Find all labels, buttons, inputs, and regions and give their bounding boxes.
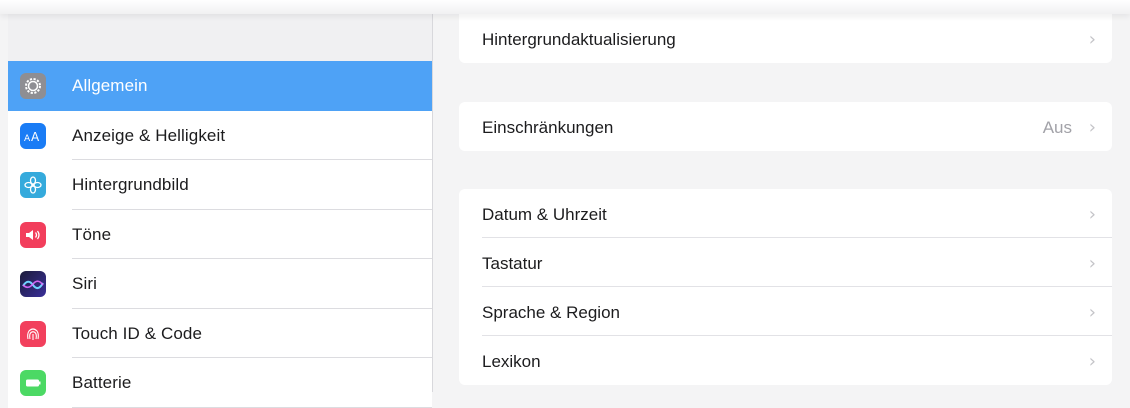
settings-group: Hintergrundaktualisierung › — [459, 14, 1112, 63]
row-hintergrundaktualisierung[interactable]: Hintergrundaktualisierung › — [459, 14, 1112, 63]
sidebar-item-label: Touch ID & Code — [72, 323, 203, 343]
row-label: Einschränkungen — [482, 118, 614, 137]
divider — [72, 406, 432, 408]
settings-group: Datum & Uhrzeit › Tastatur › Sprache & R… — [459, 189, 1112, 385]
chevron-right-icon: › — [1088, 302, 1096, 323]
chevron-right-icon: › — [1088, 29, 1096, 50]
sidebar-item-allgemein[interactable]: Allgemein — [8, 61, 432, 111]
sidebar-item-label: Allgemein — [72, 76, 148, 95]
row-datum-uhrzeit[interactable]: Datum & Uhrzeit › — [459, 189, 1112, 238]
siri-icon — [20, 271, 46, 297]
sidebar-list: Allgemein A A Anzeige & Helligkeit Hinte… — [8, 61, 432, 408]
wallpaper-flower-icon — [20, 172, 46, 198]
sidebar: Allgemein A A Anzeige & Helligkeit Hinte… — [8, 14, 433, 408]
chevron-right-icon: › — [1088, 204, 1096, 225]
row-einschraenkungen[interactable]: Einschränkungen Aus › — [459, 102, 1112, 151]
battery-icon — [20, 370, 46, 396]
sidebar-item-label: Siri — [72, 274, 97, 293]
svg-text:A: A — [24, 134, 31, 143]
row-label: Lexikon — [482, 352, 541, 371]
svg-text:A: A — [31, 130, 40, 143]
gear-icon — [20, 73, 46, 99]
row-sprache-region[interactable]: Sprache & Region › — [459, 287, 1112, 336]
row-tastatur[interactable]: Tastatur › — [459, 238, 1112, 287]
row-lexikon[interactable]: Lexikon › — [459, 336, 1112, 385]
sidebar-item-anzeige-helligkeit[interactable]: A A Anzeige & Helligkeit — [8, 111, 432, 160]
settings-detail-pane: Hintergrundaktualisierung › Einschränkun… — [433, 14, 1130, 392]
sidebar-item-label: Töne — [72, 224, 112, 244]
sidebar-item-toene[interactable]: Töne — [8, 210, 432, 259]
settings-group: Einschränkungen Aus › — [459, 102, 1112, 151]
chevron-right-icon: › — [1088, 117, 1096, 138]
row-label: Datum & Uhrzeit — [482, 205, 607, 224]
row-label: Tastatur — [482, 254, 543, 273]
fingerprint-icon — [20, 320, 46, 347]
sidebar-item-label: Hintergrundbild — [72, 175, 189, 194]
sidebar-item-hintergrundbild[interactable]: Hintergrundbild — [8, 160, 432, 210]
sidebar-item-label: Batterie — [72, 373, 132, 392]
row-label: Sprache & Region — [482, 303, 620, 322]
speaker-icon — [20, 221, 46, 248]
settings-window: Allgemein A A Anzeige & Helligkeit Hinte… — [0, 0, 1130, 408]
sidebar-item-label: Anzeige & Helligkeit — [72, 125, 226, 145]
row-label: Hintergrundaktualisierung — [482, 30, 676, 49]
sidebar-item-batterie[interactable]: Batterie — [8, 358, 432, 408]
display-brightness-icon: A A — [20, 122, 46, 149]
sidebar-item-siri[interactable]: Siri — [8, 259, 432, 309]
top-bar — [0, 0, 1130, 14]
chevron-right-icon: › — [1088, 253, 1096, 274]
sidebar-item-touch-id-code[interactable]: Touch ID & Code — [8, 309, 432, 358]
row-value: Aus — [1042, 118, 1072, 137]
chevron-right-icon: › — [1088, 351, 1096, 372]
